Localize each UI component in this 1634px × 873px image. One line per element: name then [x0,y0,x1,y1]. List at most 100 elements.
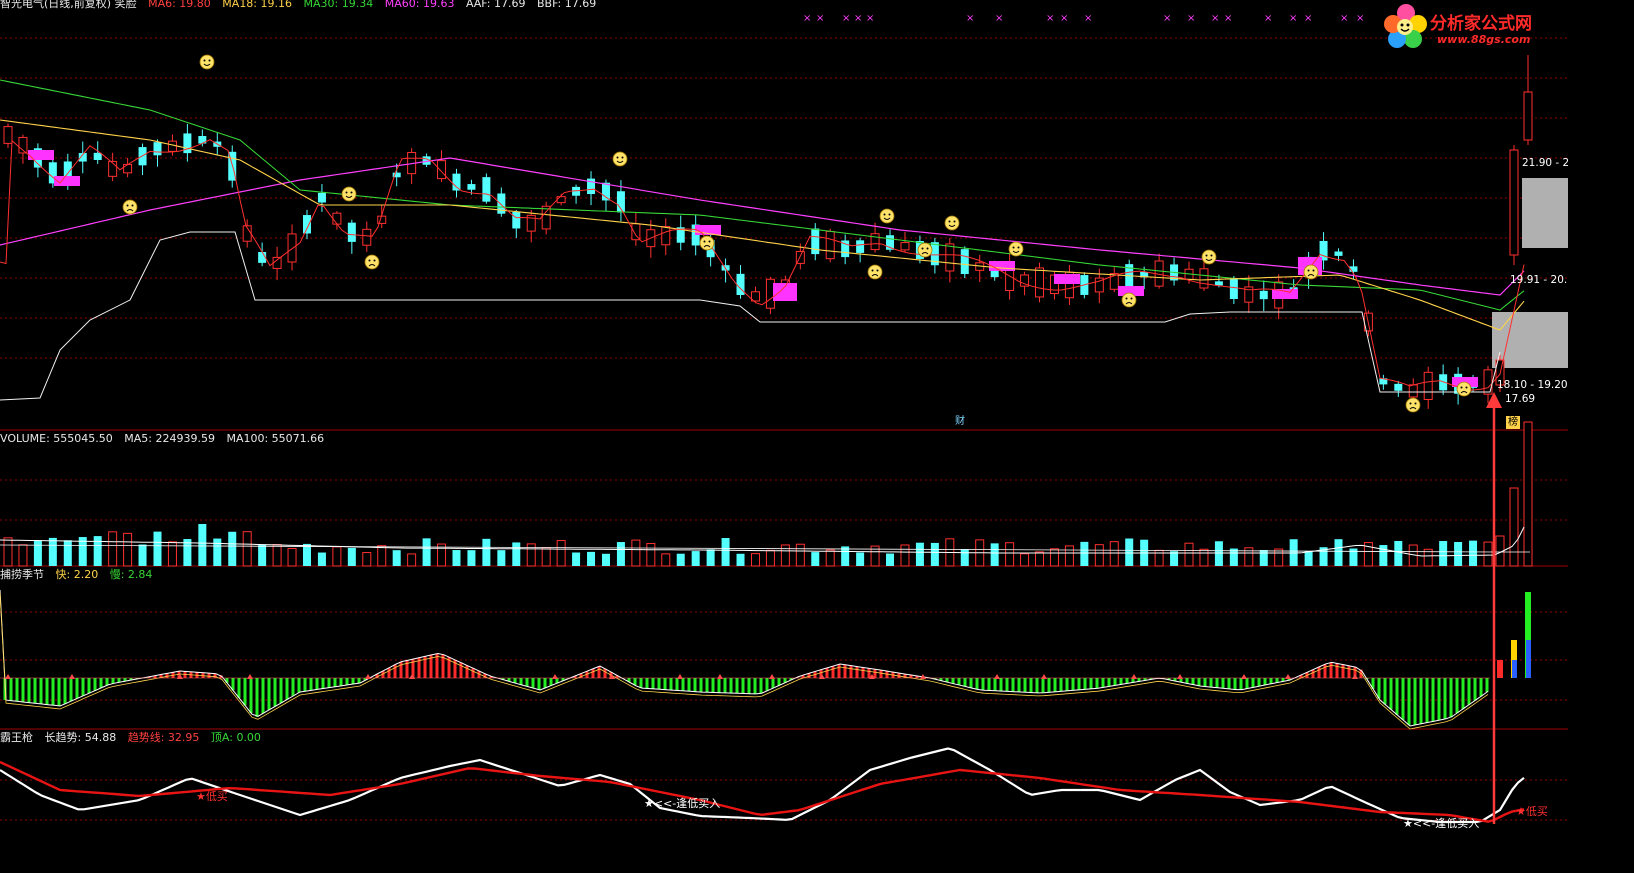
volume-bar [572,552,581,566]
candle-body [272,256,282,269]
volume-bar [1259,550,1268,566]
volume-bar [93,536,102,566]
volume-bar [930,542,939,566]
candle-body [601,182,610,201]
candle-body [123,163,133,174]
volume-bar [138,544,147,566]
face-eye [1017,246,1020,249]
candle-body [287,233,297,263]
candle-body [1394,383,1403,391]
volume-bar [362,552,372,567]
volume-bar [1005,542,1015,567]
face-eye [368,259,371,262]
candle-body [825,230,835,260]
volume-bar [795,543,805,567]
sad-face-icon [1456,381,1472,397]
signal-block [1054,274,1080,284]
volume-bar [1379,545,1388,566]
volume-bar [1109,541,1119,567]
season-arrow-icon [5,674,11,679]
flower-logo-icon [1384,4,1427,48]
face-eye [948,220,951,223]
volume-bar [18,544,28,567]
volume-bar [228,531,237,566]
season-fast: 快: 2.20 [55,568,99,581]
buy-low-label-1: 低买 [205,790,228,803]
face-eye [1460,386,1463,389]
candle-body [661,226,671,246]
volume-bar [332,546,342,567]
volume-bar [856,552,865,566]
season-arrow-icon [247,674,253,679]
top-signal-mark: × [1224,13,1232,24]
face-eye [350,191,353,194]
volume-bar [616,542,625,566]
ma6-value: MA6: 19.80 [148,0,211,10]
volume-bar [377,545,387,567]
candle-body [362,228,372,246]
face-eye [953,220,956,223]
aaf-value: AAF: 17.69 [465,0,526,10]
volume-bar [258,544,267,566]
signal-block [1272,289,1298,299]
volume-bar [1125,538,1134,566]
candle-body [1423,371,1433,401]
candle-body [1214,281,1223,286]
main-title: 智光电气(日线,前复权) 笑脸 [0,0,137,10]
finance-badge[interactable]: 财 [953,415,967,428]
top-signal-mark: × [966,13,974,24]
season-arrow-icon [1241,674,1247,679]
signal-block [989,261,1015,271]
top-signal-mark: × [1060,13,1068,24]
face-eye [1125,297,1128,300]
volume-panel-header: VOLUME: 555045.50 MA5: 224939.59 MA100: … [0,432,332,445]
volume-bar [1454,541,1463,566]
volume-bar [811,552,820,566]
face-eye [126,204,129,207]
face-eye [1205,254,1208,257]
volume-bar [706,549,715,566]
rank-badge[interactable]: 榜 [1506,416,1520,429]
candle-body [467,184,476,190]
volume-bar [63,540,72,566]
volume-bar [915,542,924,566]
gun-top-a: 顶A: 0.00 [210,731,261,744]
face-eye [921,247,924,250]
face-eye [883,213,886,216]
buy-dip-label-2: <<-逢低买入 [1412,817,1480,830]
season-arrow-icon [1352,674,1358,679]
season-slow-line [0,592,1489,730]
volume-bar [1064,545,1074,567]
buy-low-label-2: 低买 [1525,805,1548,818]
candle-body [900,242,910,251]
chart-stage[interactable]: × × × × × × × × × × × × × × × × × × × 智光电气(日线,前复权) 笑脸 MA6:… [0,0,1568,873]
top-signal-mark: × [842,13,850,24]
buy-dip-annotation-1: ★<<-逢低买入 [644,797,721,810]
season-arrow-icon [552,674,558,679]
season-arrow-icon [717,674,723,679]
volume-bar [422,538,431,566]
signal-block [28,150,54,160]
season-arrow-icon [1131,674,1137,679]
volume-bar [825,549,835,567]
candle-body [856,240,865,253]
gun-trend-line: 趋势线: 32.95 [127,731,200,744]
face-eye [1312,269,1315,272]
sad-face-icon [917,242,933,258]
logo-url: www.88gs.com [1437,33,1531,46]
face-eye [1012,246,1015,249]
candle-body [1035,267,1045,298]
sad-face-icon [1303,264,1319,280]
candle-body [347,222,356,242]
range-mid-label: 19.91 - 20.3 [1510,274,1568,286]
ma30-value: MA30: 19.34 [303,0,374,10]
site-logo[interactable]: 分析家公式网 www.88gs.com [1382,0,1568,56]
volume-bar [347,547,356,566]
volume-ma5: MA5: 224939.59 [124,432,215,445]
candle-body [1259,290,1268,300]
volume-bar [1304,550,1313,566]
volume-bar [676,553,685,566]
volume-bar [1469,540,1478,566]
volume-bar [1214,541,1223,566]
volume-bar [392,550,401,566]
